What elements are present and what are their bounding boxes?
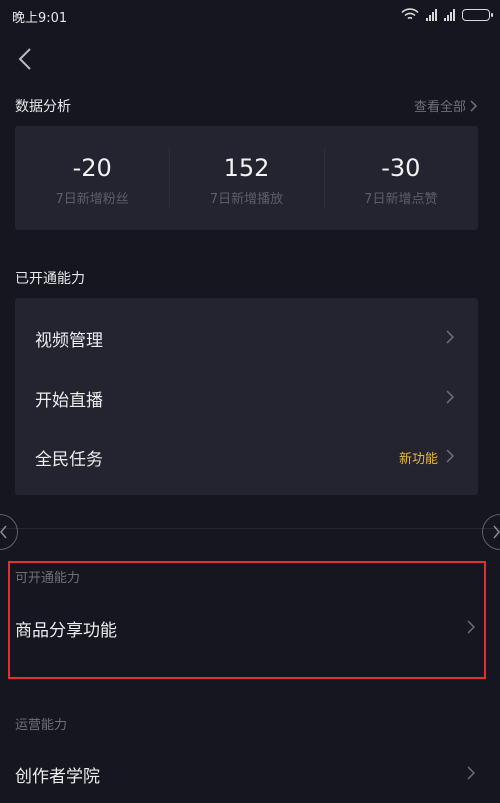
signal-icon	[426, 8, 437, 21]
back-button[interactable]	[10, 44, 40, 74]
menu-item-start-live[interactable]: 开始直播	[15, 368, 478, 426]
stat-label: 7日新增播放	[209, 192, 284, 207]
menu-item-label: 全民任务	[35, 450, 103, 470]
chevron-right-icon	[493, 525, 500, 539]
view-all-link[interactable]: 查看全部	[414, 96, 478, 115]
wifi-icon	[401, 8, 419, 20]
chevron-left-icon	[18, 48, 31, 70]
menu-item-label: 视频管理	[35, 331, 103, 351]
chevron-left-icon	[0, 525, 7, 539]
opened-capabilities-card: 视频管理 开始直播 全民任务 新功能	[15, 298, 478, 495]
prev-arrow-button[interactable]	[0, 514, 18, 550]
signal-icon	[444, 8, 455, 21]
highlight-box	[8, 561, 486, 679]
battery-icon	[462, 8, 493, 21]
stats-card: -20 7日新增粉丝 152 7日新增播放 -30 7日新增点赞	[15, 126, 478, 230]
stat-value: 152	[223, 154, 270, 182]
view-all-label: 查看全部	[413, 100, 466, 115]
new-feature-badge: 新功能	[398, 452, 438, 467]
chevron-right-icon	[470, 99, 478, 112]
status-time: 晚上9:01	[12, 11, 68, 26]
status-bar: 晚上9:01	[0, 0, 500, 32]
chevron-right-icon	[446, 449, 454, 463]
chevron-right-icon	[446, 330, 454, 344]
menu-item-national-tasks[interactable]: 全民任务 新功能	[15, 427, 478, 485]
section-divider	[0, 528, 500, 529]
stat-new-plays[interactable]: 152 7日新增播放	[169, 126, 323, 230]
stat-label: 7日新增点赞	[364, 192, 438, 207]
chevron-right-icon	[446, 390, 454, 404]
stat-new-likes[interactable]: -30 7日新增点赞	[323, 126, 478, 230]
chevron-right-icon	[467, 766, 475, 780]
section-title-opened-capabilities: 已开通能力	[15, 271, 85, 287]
stat-value: -30	[381, 154, 421, 182]
menu-item-video-management[interactable]: 视频管理	[15, 308, 478, 366]
stat-value: -20	[72, 154, 112, 182]
section-title-operation-capabilities: 运营能力	[15, 718, 68, 733]
next-arrow-button[interactable]	[482, 514, 500, 550]
menu-item-creator-academy[interactable]: 创作者学院	[0, 752, 500, 796]
stat-label: 7日新增粉丝	[55, 192, 129, 207]
stat-new-followers[interactable]: -20 7日新增粉丝	[15, 126, 169, 230]
menu-item-label: 创作者学院	[15, 767, 100, 787]
section-title-data-analysis: 数据分析	[15, 99, 71, 115]
menu-item-label: 开始直播	[35, 391, 103, 411]
